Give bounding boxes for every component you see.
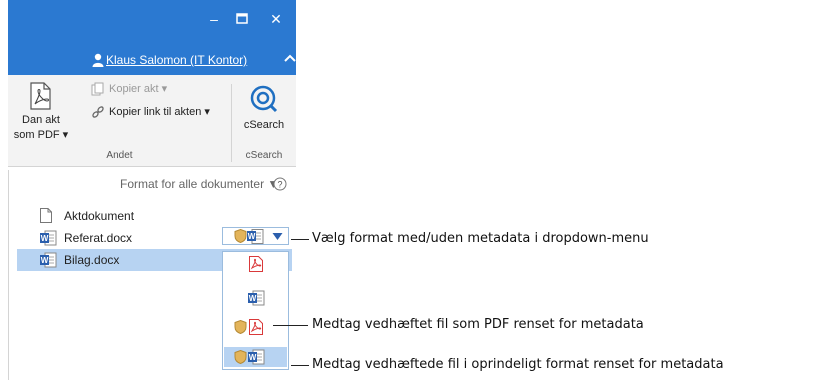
maximize-icon (236, 13, 248, 24)
group-label-andet: Andet (106, 150, 133, 161)
kopier-link-button[interactable]: Kopier link til akten ▾ (91, 103, 226, 119)
shield-icon (234, 350, 247, 364)
minimize-button[interactable]: ‒ (200, 6, 228, 32)
help-icon[interactable]: ? (273, 177, 287, 191)
chevron-down-icon[interactable] (272, 232, 283, 241)
pdf-icon (249, 319, 263, 335)
callout-line-dropdown (291, 239, 309, 240)
svg-text:W: W (41, 256, 49, 265)
chevron-up-icon[interactable] (282, 51, 298, 65)
svg-text:W: W (249, 353, 257, 362)
help-icon-glyph: ? (277, 180, 282, 190)
list-item-aktdokument[interactable]: Aktdokument (40, 205, 240, 227)
shield-icon (234, 229, 247, 243)
format-option-word[interactable]: W (224, 287, 287, 309)
dan-akt-label: Dan akt (22, 114, 60, 126)
csearch-icon (250, 85, 278, 113)
user-name-link[interactable]: Klaus Salomon (IT Kontor) (106, 53, 247, 67)
maximize-button[interactable] (228, 6, 256, 32)
word-icon: W (248, 349, 265, 365)
format-all-dropdown[interactable]: Format for alle dokumenter ▼ (120, 177, 279, 191)
pdf-document-icon (30, 82, 51, 110)
format-option-shield-word[interactable]: W (224, 347, 287, 367)
callout-pdf-clean: Medtag vedhæftet fil som PDF renset for … (312, 317, 644, 332)
dan-akt-pdf-button[interactable]: Dan akt som PDF ▾ (14, 80, 68, 150)
callout-dropdown: Vælg format med/uden metadata i dropdown… (312, 231, 649, 246)
user-row: Klaus Salomon (IT Kontor) (8, 40, 296, 75)
som-pdf-label: som PDF ▾ (13, 129, 69, 141)
list-item-bilag[interactable]: W Bilag.docx (40, 249, 215, 271)
kopier-akt-button[interactable]: Kopier akt ▾ (91, 81, 201, 97)
user-icon (92, 53, 104, 67)
pdf-icon (249, 256, 263, 272)
format-option-shield-pdf[interactable] (224, 316, 287, 338)
document-label: Referat.docx (64, 231, 133, 245)
shield-icon (234, 320, 247, 334)
callout-original-clean: Medtag vedhæftede fil i oprindeligt form… (312, 357, 724, 372)
word-icon: W (40, 252, 57, 268)
document-icon (40, 208, 52, 223)
callout-line-original (291, 365, 309, 366)
format-option-pdf[interactable] (224, 253, 287, 275)
csearch-button[interactable]: cSearch (236, 82, 292, 142)
link-icon (92, 106, 104, 118)
callout-line-pdf (273, 325, 308, 326)
copy-icon (91, 82, 104, 96)
word-icon: W (247, 229, 264, 244)
document-label: Bilag.docx (64, 253, 120, 267)
close-button[interactable]: ✕ (262, 6, 290, 32)
word-icon: W (40, 230, 57, 246)
list-item-referat[interactable]: W Referat.docx (40, 227, 215, 249)
document-label: Aktdokument (64, 209, 135, 223)
kopier-link-label: Kopier link til akten ▾ (109, 106, 210, 118)
format-dropdown-trigger[interactable]: W (222, 227, 289, 245)
csearch-label: cSearch (243, 119, 285, 131)
svg-text:W: W (248, 232, 256, 241)
pane-border (8, 170, 9, 380)
group-label-csearch: cSearch (245, 150, 283, 161)
word-icon: W (248, 290, 265, 306)
svg-text:W: W (41, 234, 49, 243)
kopier-akt-label: Kopier akt ▾ (109, 83, 168, 95)
svg-text:W: W (249, 294, 257, 303)
